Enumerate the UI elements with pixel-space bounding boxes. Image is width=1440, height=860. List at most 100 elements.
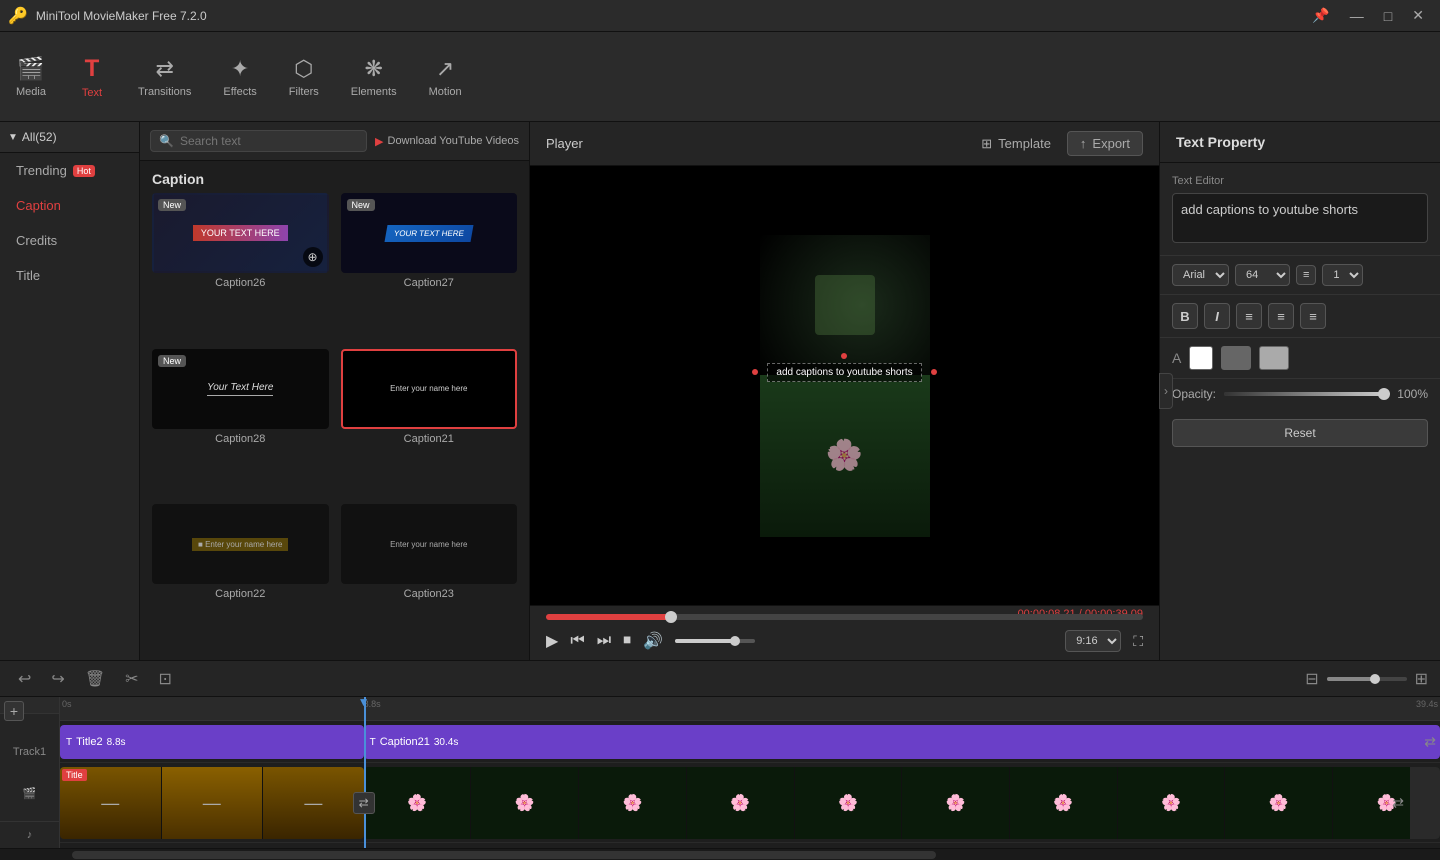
next-button[interactable]: ⏭ (597, 632, 611, 650)
redo-btn[interactable]: ↪ (45, 667, 70, 691)
caption-card-21[interactable]: Enter your name here Caption21 (341, 349, 518, 493)
bold-btn[interactable]: B (1172, 303, 1198, 329)
handle-right (931, 369, 937, 375)
caption-thumb-23[interactable]: Enter your name here (341, 504, 518, 584)
prev-button[interactable]: ⏮ (570, 632, 584, 650)
opacity-label: Opacity: (1172, 387, 1216, 401)
font-select[interactable]: Arial (1172, 264, 1229, 286)
panel-expand-icon: ▼ (8, 132, 18, 143)
opacity-slider[interactable] (1224, 392, 1384, 396)
aspect-ratio-select[interactable]: 9:16 (1065, 630, 1121, 652)
toolbar-filters[interactable]: ⬡ Filters (273, 48, 335, 106)
player-controls: 00:00:08.21 / 00:00:39.09 ▶ ⏮ ⏭ ⏹ 🔊 9:16 (530, 605, 1159, 660)
progress-bar[interactable] (546, 614, 1143, 620)
caption-thumb-22[interactable]: ■ Enter your name here (152, 504, 329, 584)
close-button[interactable]: ✕ (1404, 5, 1432, 26)
title-bar: 🔑 MiniTool MovieMaker Free 7.2.0 📌 — □ ✕ (0, 0, 1440, 32)
stop-button[interactable]: ⏹ (623, 632, 631, 650)
flower-frame-5: 🌸 (795, 767, 903, 839)
align-right-btn[interactable]: ≡ (1300, 303, 1326, 329)
search-input[interactable] (180, 134, 358, 148)
toolbar-effects[interactable]: ✦ Effects (207, 48, 272, 106)
fullscreen-btn[interactable]: ⛶ (1133, 633, 1143, 650)
caption21-clip[interactable]: T Caption21 30.4s (364, 725, 1440, 759)
media-icon: 🎬 (17, 56, 44, 82)
pin-button[interactable]: 📌 (1304, 5, 1337, 26)
caption-thumb-26[interactable]: New YOUR TEXT HERE ⊕ (152, 193, 329, 273)
nav-trending[interactable]: Trending Hot (0, 153, 139, 188)
size-select[interactable]: 64 (1235, 264, 1290, 286)
template-btn[interactable]: ⊞ Template (981, 136, 1051, 152)
volume-handle[interactable] (730, 636, 740, 646)
nav-caption[interactable]: Caption (0, 188, 139, 223)
crop-btn[interactable]: ⊡ (153, 667, 178, 691)
cap28-text: Your Text Here (207, 382, 273, 396)
toolbar-motion[interactable]: ↗ Motion (413, 48, 478, 106)
volume-slider[interactable] (675, 639, 755, 643)
playhead[interactable] (364, 697, 366, 848)
zoom-fill (1327, 677, 1375, 681)
title2-duration: 8.8s (107, 737, 126, 748)
cut-btn[interactable]: ✂ (119, 667, 144, 691)
reset-btn[interactable]: Reset (1172, 419, 1428, 447)
italic-btn[interactable]: I (1204, 303, 1230, 329)
junction-swap-btn[interactable]: ⇄ (353, 792, 375, 814)
bg-color-swatch[interactable] (1259, 346, 1289, 370)
text-color-swatch[interactable] (1189, 346, 1213, 370)
text-editor-area[interactable]: add captions to youtube shorts (1172, 193, 1428, 243)
zoom-handle[interactable] (1370, 674, 1380, 684)
align-center-btn[interactable]: ≡ (1268, 303, 1294, 329)
progress-handle[interactable] (665, 611, 677, 623)
panel-collapse-arrow[interactable]: › (1159, 373, 1173, 409)
caption-thumb-27[interactable]: New YOUR TEXT HERE (341, 193, 518, 273)
title2-clip[interactable]: T Title2 8.8s (60, 725, 364, 759)
toolbar-text[interactable]: T Text (62, 47, 122, 107)
video-segment-1[interactable]: — — — (60, 767, 364, 839)
zoom-slider[interactable] (1327, 677, 1407, 681)
nav-credits[interactable]: Credits (0, 223, 139, 258)
player-content: add captions to youtube shorts 🌸 (530, 166, 1159, 605)
list-btn[interactable]: ≡ (1296, 265, 1316, 285)
spacing-select[interactable]: 1 (1322, 264, 1363, 286)
video-track-swap[interactable]: ⇄ (1392, 794, 1404, 811)
filters-icon: ⬡ (294, 56, 313, 82)
zoom-out-btn[interactable]: ⊟ (1305, 669, 1318, 689)
nav-title[interactable]: Title (0, 258, 139, 293)
timeline-scrollbar[interactable] (0, 848, 1440, 860)
elements-label: Elements (351, 86, 397, 98)
caption-thumb-28[interactable]: New Your Text Here (152, 349, 329, 429)
caption-card-23[interactable]: Enter your name here Caption23 (341, 504, 518, 648)
toolbar-transitions[interactable]: ⇄ Transitions (122, 48, 207, 106)
delete-btn[interactable]: 🗑 (79, 667, 111, 691)
caption-card-22[interactable]: ■ Enter your name here Caption22 (152, 504, 329, 648)
caption-card-26[interactable]: New YOUR TEXT HERE ⊕ Caption26 (152, 193, 329, 337)
maximize-button[interactable]: □ (1376, 5, 1400, 26)
add-btn-26[interactable]: ⊕ (303, 247, 323, 267)
minimize-button[interactable]: — (1342, 5, 1372, 26)
caption-card-27[interactable]: New YOUR TEXT HERE Caption27 (341, 193, 518, 337)
search-box[interactable]: 🔍 (150, 130, 367, 152)
video-segment-2[interactable]: 🌸 🌸 🌸 🌸 🌸 🌸 🌸 🌸 🌸 🌸 (364, 767, 1440, 839)
opacity-handle[interactable] (1378, 388, 1390, 400)
add-track-btn[interactable]: + (4, 701, 24, 721)
panel-header[interactable]: ▼ All(52) (0, 122, 139, 153)
align-left-btn[interactable]: ≡ (1236, 303, 1262, 329)
scrollbar-thumb[interactable] (72, 851, 936, 859)
text-overlay[interactable]: add captions to youtube shorts (767, 363, 921, 382)
text-track-swap[interactable]: ⇄ (1424, 733, 1436, 750)
clip-text-icon: T (66, 737, 72, 748)
export-btn[interactable]: ↑ Export (1067, 131, 1143, 156)
play-button[interactable]: ▶ (546, 631, 558, 651)
timeline-content: + Track1 🎬 ♪ 0s 8.8s 39.4s (0, 697, 1440, 848)
zoom-in-btn[interactable]: ⊞ (1415, 669, 1428, 689)
caption-thumb-21[interactable]: Enter your name here (341, 349, 518, 429)
new-badge-26: New (158, 199, 186, 211)
toolbar-media[interactable]: 🎬 Media (0, 48, 62, 106)
stroke-color-swatch[interactable] (1221, 346, 1251, 370)
toolbar-elements[interactable]: ❋ Elements (335, 48, 413, 106)
volume-icon[interactable]: 🔊 (643, 631, 663, 651)
undo-btn[interactable]: ↩ (12, 667, 37, 691)
caption-label: Caption (16, 198, 61, 213)
download-youtube-btn[interactable]: ▶ Download YouTube Videos (375, 135, 519, 148)
caption-card-28[interactable]: New Your Text Here Caption28 (152, 349, 329, 493)
